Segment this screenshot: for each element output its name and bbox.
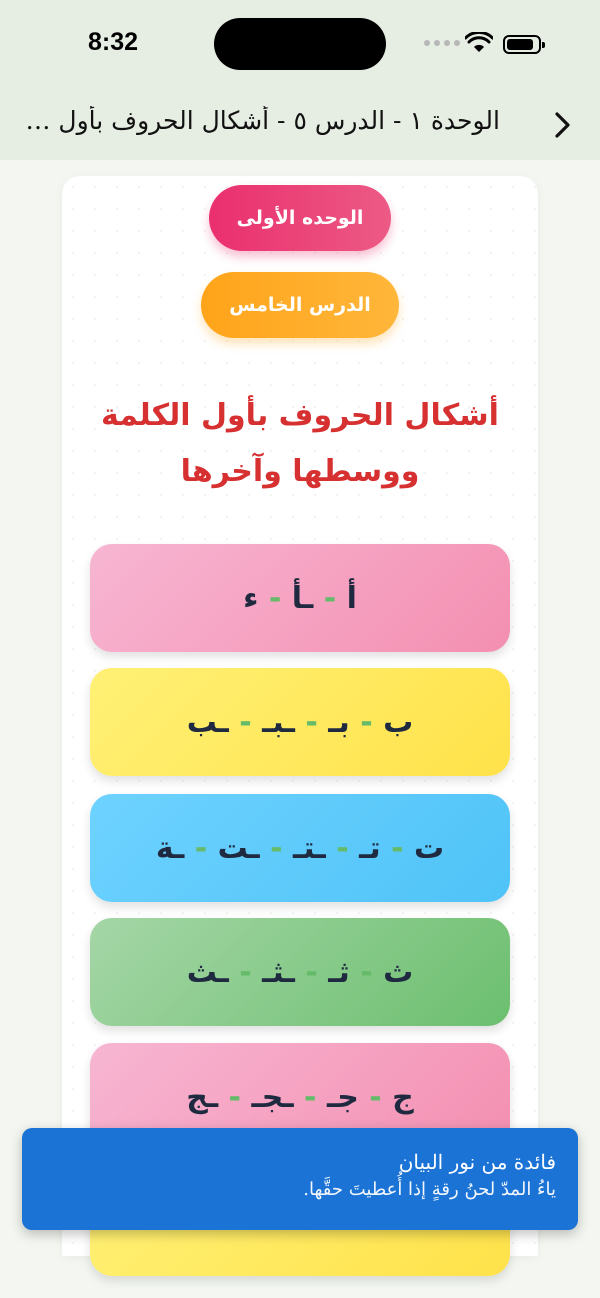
- letter-row-ba[interactable]: ب - بـ - ـبـ - ـب: [90, 668, 510, 776]
- back-chevron-icon[interactable]: [548, 110, 578, 140]
- cellular-signal-icon: [424, 40, 460, 46]
- dynamic-island: [214, 18, 386, 70]
- unit-badge: الوحده الأولى: [209, 185, 391, 251]
- battery-icon: [503, 35, 545, 54]
- navigation-bar: الوحدة ١ - الدرس ٥ - أشكال الحروف بأول ا…: [0, 92, 600, 160]
- lesson-badge: الدرس الخامس: [201, 272, 399, 338]
- status-time: 8:32: [88, 28, 139, 56]
- letter-row-alif[interactable]: أ - ـأ - ء: [90, 544, 510, 652]
- toast-title: فائدة من نور البيان: [398, 1150, 556, 1174]
- letter-forms: أ - ـأ - ء: [243, 580, 357, 616]
- lesson-card: الوحده الأولى الدرس الخامس أشكال الحروف …: [62, 176, 538, 1276]
- toast-body: ياءُ المدّ لحنُ رقةٍ إذا أُعطيتَ حقَّها.: [303, 1179, 556, 1200]
- lesson-title: أشكال الحروف بأول الكلمة ووسطها وآخرها: [101, 398, 499, 489]
- wifi-icon: [465, 32, 493, 52]
- tip-toast[interactable]: فائدة من نور البيان ياءُ المدّ لحنُ رقةٍ…: [22, 1128, 578, 1230]
- letter-row-ta[interactable]: ت - تـ - ـتـ - ـت - ـة: [90, 794, 510, 902]
- letter-row-tha[interactable]: ث - ثـ - ـثـ - ـث: [90, 918, 510, 1026]
- letter-forms: ت - تـ - ـتـ - ـت - ـة: [155, 830, 445, 866]
- letter-forms: ب - بـ - ـبـ - ـب: [186, 704, 414, 740]
- status-bar: 8:32: [0, 0, 600, 92]
- letter-forms: ث - ثـ - ـثـ - ـث: [186, 954, 414, 990]
- letter-forms: ج - جـ - ـجـ - ـج: [186, 1079, 414, 1115]
- nav-title: الوحدة ١ - الدرس ٥ - أشكال الحروف بأول ا…: [20, 106, 500, 135]
